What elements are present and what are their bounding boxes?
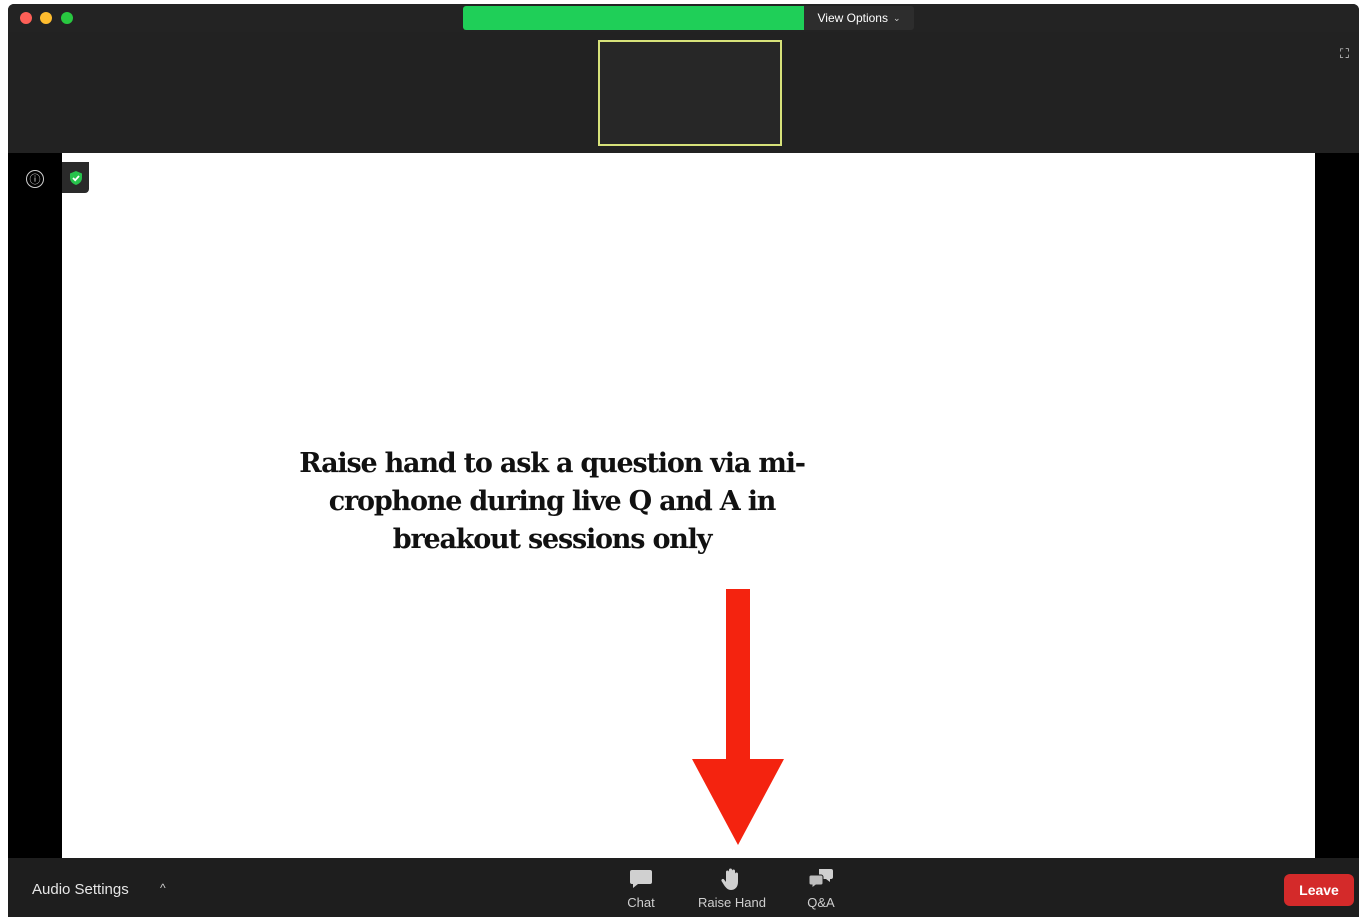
view-options-button[interactable]: View Options ⌄ [804, 6, 914, 30]
zoom-meeting-window: View Options ⌄ ⛶ Raise hand to ask a que… [8, 4, 1359, 917]
caption-line: breakout sessions only [392, 524, 713, 555]
info-icon[interactable]: ⓘ [26, 170, 44, 188]
participant-strip: ⛶ [8, 32, 1359, 153]
qa-bubbles-icon [808, 869, 833, 889]
caption-line: Raise hand to ask a question via mi- [299, 448, 806, 479]
shield-check-icon [69, 170, 82, 185]
raise-hand-button[interactable]: Raise Hand [692, 866, 772, 910]
maximize-icon[interactable] [61, 12, 73, 24]
chevron-down-icon: ⌄ [892, 12, 901, 23]
title-bar: View Options ⌄ [8, 4, 1359, 32]
leave-button[interactable]: Leave [1284, 874, 1354, 906]
audio-settings-button[interactable]: Audio Settings [32, 881, 129, 898]
chat-label: Chat [627, 895, 655, 910]
red-arrow-down-icon [692, 589, 784, 845]
fullscreen-icon[interactable]: ⛶ [1340, 46, 1349, 62]
raise-hand-icon [721, 868, 738, 890]
qa-button[interactable]: Q&A [803, 866, 839, 910]
shared-screen-stage: Raise hand to ask a question via mi- cro… [8, 153, 1359, 858]
view-options-label: View Options [817, 11, 888, 25]
chat-bubble-icon [630, 870, 652, 888]
screen-share-indicator [463, 6, 804, 30]
meeting-toolbar: Audio Settings ^ Chat Raise Hand Q&A Lea… [8, 858, 1359, 917]
chat-button[interactable]: Chat [621, 866, 661, 910]
active-speaker-thumbnail[interactable] [598, 40, 782, 146]
minimize-icon[interactable] [40, 12, 52, 24]
encryption-badge[interactable] [62, 162, 89, 193]
caption-line: crophone during live Q and A in [328, 486, 777, 517]
shared-slide: Raise hand to ask a question via mi- cro… [62, 153, 1315, 858]
close-icon[interactable] [20, 12, 32, 24]
qa-label: Q&A [807, 895, 835, 910]
chevron-up-icon[interactable]: ^ [160, 881, 166, 895]
slide-caption: Raise hand to ask a question via mi- cro… [292, 445, 812, 559]
raise-hand-label: Raise Hand [698, 895, 766, 910]
